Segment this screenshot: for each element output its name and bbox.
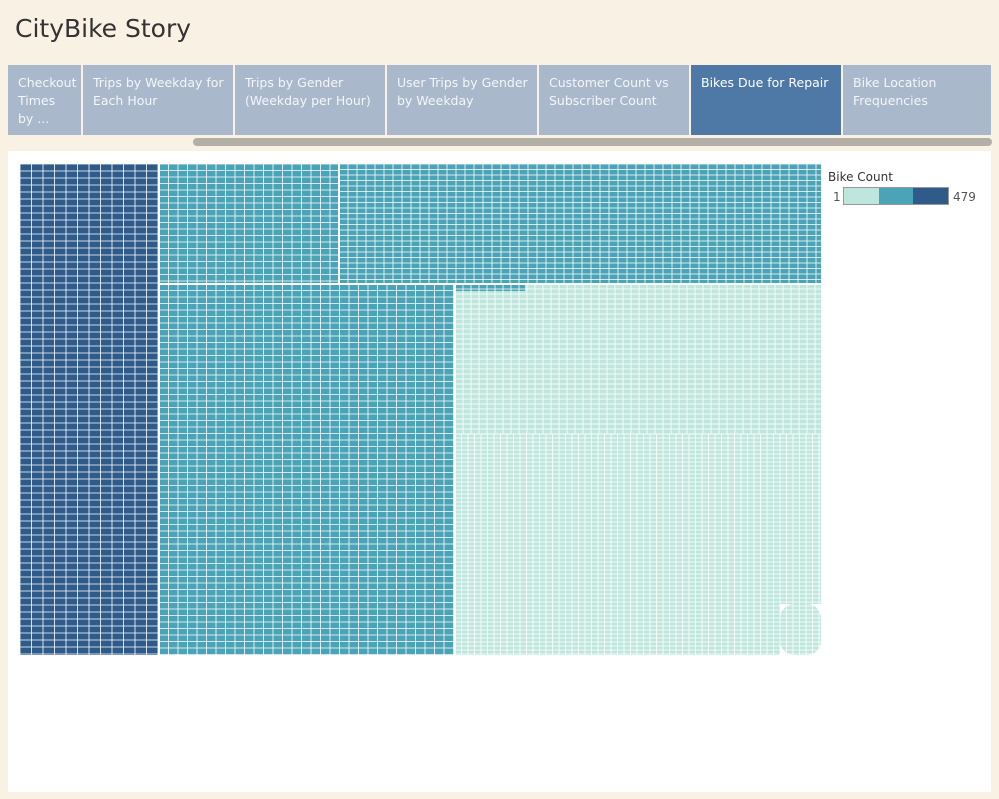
story-title: CityBike Story xyxy=(15,14,192,43)
treemap-region-mid-top[interactable] xyxy=(159,164,821,284)
tab-bikes-due-for-repair[interactable]: Bikes Due for Repair xyxy=(691,65,841,135)
legend-swatch-low xyxy=(844,188,879,204)
bike-count-treemap[interactable] xyxy=(20,164,821,655)
tab-checkout-times[interactable]: Checkout Times by ... xyxy=(8,65,81,135)
tab-customer-vs-subscriber[interactable]: Customer Count vs Subscriber Count xyxy=(539,65,689,135)
legend-swatch-mid xyxy=(878,188,914,204)
treemap-region-low[interactable] xyxy=(455,284,821,655)
tab-trips-by-gender-weekday-hour[interactable]: Trips by Gender (Weekday per Hour) xyxy=(235,65,385,135)
tab-trips-by-weekday-hour[interactable]: Trips by Weekday for Each Hour xyxy=(83,65,233,135)
legend-max-label: 479 xyxy=(953,190,976,204)
legend-title: Bike Count xyxy=(828,170,893,184)
tab-bike-location-frequencies[interactable]: Bike Location Frequencies xyxy=(843,65,991,135)
treemap-region-high[interactable] xyxy=(20,164,159,655)
legend-color-bar xyxy=(843,187,949,205)
treemap-region-mid-strip[interactable] xyxy=(455,284,525,291)
legend-min-label: 1 xyxy=(833,190,841,204)
tab-user-trips-by-gender[interactable]: User Trips by Gender by Weekday xyxy=(387,65,537,135)
legend-swatch-high xyxy=(913,188,949,204)
tabs-scrollbar[interactable] xyxy=(193,138,992,146)
treemap-region-mid-left[interactable] xyxy=(159,284,455,655)
